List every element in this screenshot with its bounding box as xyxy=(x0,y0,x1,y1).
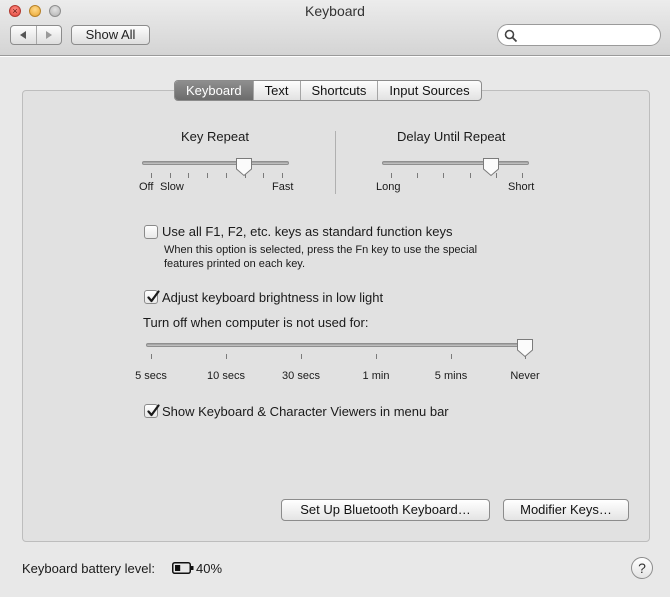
delay-until-repeat-title: Delay Until Repeat xyxy=(397,129,506,144)
back-button[interactable] xyxy=(11,26,36,44)
function-keys-description-line2: features printed on each key. xyxy=(164,258,306,270)
slider-tick xyxy=(522,173,523,178)
key-repeat-track[interactable] xyxy=(142,161,289,165)
title-bar: × Keyboard Show All xyxy=(0,0,670,56)
brightness-checkbox[interactable] xyxy=(144,290,160,304)
slider-tick xyxy=(151,354,152,359)
slider-thumb[interactable] xyxy=(235,157,253,177)
checkmark-icon xyxy=(147,404,160,417)
search-icon xyxy=(504,29,518,43)
turn-off-track[interactable] xyxy=(146,343,526,347)
slider-tick xyxy=(263,173,265,178)
slider-tick xyxy=(226,354,227,359)
forward-button[interactable] xyxy=(35,26,62,44)
slider-tick xyxy=(469,173,471,178)
slider-tick xyxy=(169,173,171,178)
key-repeat-label-fast: Fast xyxy=(272,181,294,193)
tab-keyboard[interactable]: Keyboard xyxy=(175,81,253,100)
slider-tick xyxy=(391,173,392,178)
battery-label: Keyboard battery level: xyxy=(22,561,155,576)
function-keys-description-line1: When this option is selected, press the … xyxy=(164,244,478,256)
slider-tick xyxy=(151,173,152,178)
tab-bar: Keyboard Text Shortcuts Input Sources xyxy=(174,80,482,101)
delay-label-short: Short xyxy=(508,181,535,193)
viewers-checkbox[interactable] xyxy=(144,404,160,418)
turn-off-stop-label: 1 min xyxy=(362,370,390,382)
slider-tick xyxy=(207,173,209,178)
battery-icon xyxy=(172,562,194,574)
slider-thumb[interactable] xyxy=(516,338,534,358)
checkmark-icon xyxy=(147,290,160,303)
show-all-button[interactable]: Show All xyxy=(71,25,150,45)
turn-off-stop-label: 5 mins xyxy=(434,370,468,382)
slider-tick xyxy=(451,354,452,359)
modifier-keys-button[interactable]: Modifier Keys… xyxy=(503,499,629,521)
turn-off-stop-label: Never xyxy=(510,370,540,382)
slider-thumb[interactable] xyxy=(482,157,500,177)
window-title: Keyboard xyxy=(305,3,365,19)
slider-tick xyxy=(282,173,283,178)
slider-tick xyxy=(443,173,445,178)
turn-off-stop-label: 10 secs xyxy=(207,370,245,382)
key-repeat-label-off: Off xyxy=(139,181,154,193)
back-forward-control xyxy=(10,25,62,45)
viewers-label[interactable]: Show Keyboard & Character Viewers in men… xyxy=(162,404,449,419)
slider-tick xyxy=(417,173,419,178)
search-field[interactable] xyxy=(497,24,661,46)
chevron-right-icon xyxy=(45,31,52,39)
preferences-panel: Keyboard Text Shortcuts Input Sources Ke… xyxy=(0,57,670,597)
chevron-left-icon xyxy=(20,31,27,39)
section-divider xyxy=(335,131,336,194)
slider-tick xyxy=(376,354,377,359)
function-keys-checkbox[interactable] xyxy=(144,225,158,239)
key-repeat-title: Key Repeat xyxy=(181,129,249,144)
set-up-bluetooth-keyboard-button[interactable]: Set Up Bluetooth Keyboard… xyxy=(281,499,490,521)
battery-percent: 40% xyxy=(196,561,223,576)
delay-until-repeat-track[interactable] xyxy=(382,161,529,165)
tab-text[interactable]: Text xyxy=(252,81,300,100)
slider-tick xyxy=(301,354,302,359)
turn-off-stop-label: 30 secs xyxy=(282,370,320,382)
slider-tick xyxy=(188,173,190,178)
delay-label-long: Long xyxy=(376,181,401,193)
turn-off-stop-label: 5 secs xyxy=(135,370,167,382)
turn-off-label: Turn off when computer is not used for: xyxy=(143,315,369,330)
tab-input-sources[interactable]: Input Sources xyxy=(377,81,480,100)
brightness-label[interactable]: Adjust keyboard brightness in low light xyxy=(162,290,383,305)
help-button[interactable]: ? xyxy=(631,557,653,579)
key-repeat-label-slow: Slow xyxy=(160,181,184,193)
tab-shortcuts[interactable]: Shortcuts xyxy=(299,81,378,100)
slider-tick xyxy=(225,173,227,178)
function-keys-label[interactable]: Use all F1, F2, etc. keys as standard fu… xyxy=(162,224,452,239)
